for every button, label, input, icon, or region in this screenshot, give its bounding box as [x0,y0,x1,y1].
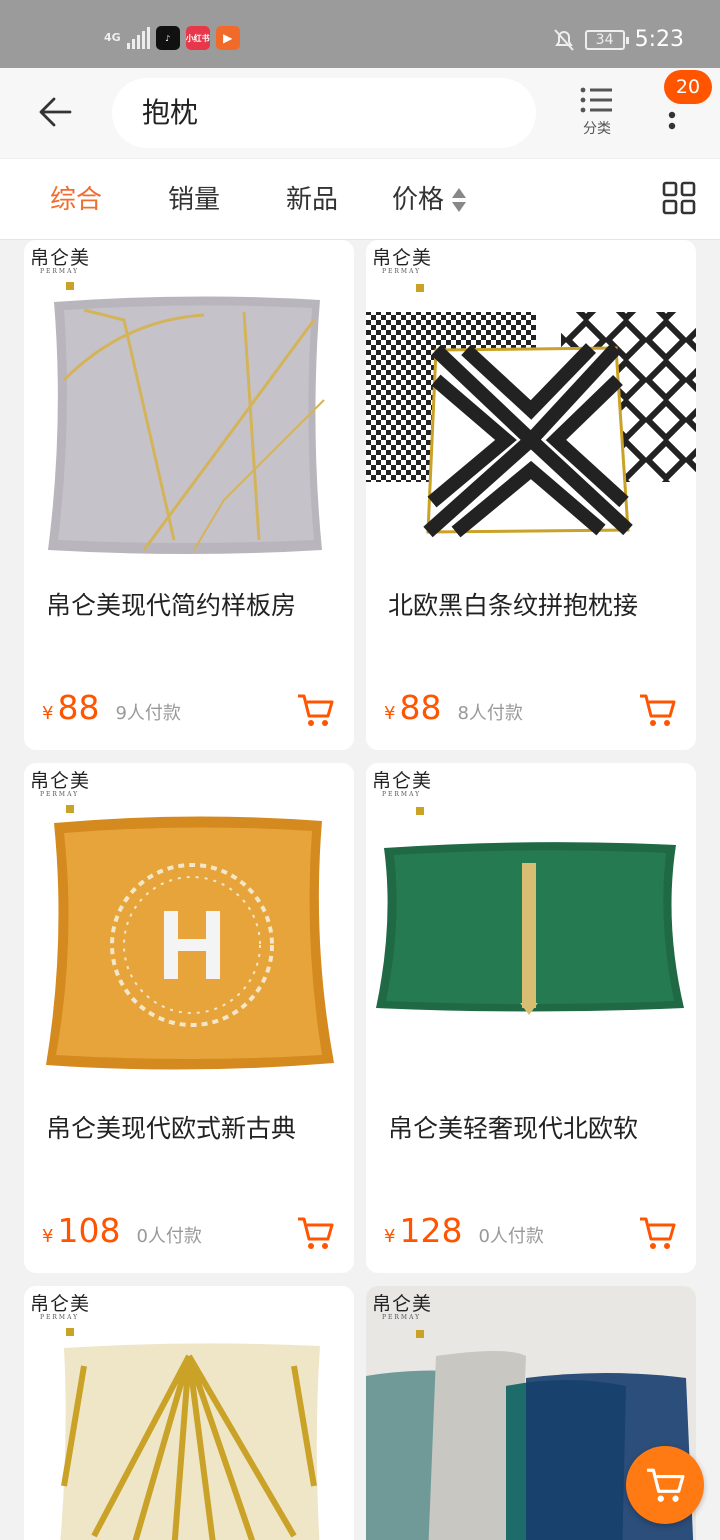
category-button[interactable]: 分类 [574,86,620,138]
product-card[interactable]: 帛仑美 PERMAY 帛仑美现代欧式新古典 ¥108 0人付款 [24,763,354,1273]
product-title: 帛仑美现代简约样板房 [46,591,297,620]
brand-logo: 帛仑美 PERMAY [30,248,94,290]
brand-logo: 帛仑美 PERMAY [30,1294,94,1336]
brand-logo: 帛仑美 PERMAY [30,771,94,813]
sort-tabs: 综合 销量 新品 价格 [0,158,720,240]
tab-price-label: 价格 [392,185,445,215]
tab-sales[interactable]: 销量 [168,159,220,241]
search-input[interactable]: 抱枕 [112,78,536,148]
product-title: 帛仑美现代欧式新古典 [46,1114,297,1143]
bell-off-icon [553,28,574,51]
product-card[interactable]: 帛仑美 PERMAY 帛仑美现代简约样板房 ¥88 9人付款 [24,240,354,750]
add-to-cart-icon[interactable] [638,692,676,728]
signal-icon [126,27,150,49]
add-to-cart-icon[interactable] [296,692,334,728]
category-label: 分类 [583,121,611,137]
product-title: 北欧黑白条纹拼抱枕接 [388,591,639,620]
sort-arrows-icon [452,187,467,214]
floating-cart-button[interactable] [626,1446,704,1524]
tab-overall[interactable]: 综合 [50,159,102,241]
brand-logo: 帛仑美 PERMAY [372,771,436,815]
brand-logo: 帛仑美 PERMAY [372,1294,436,1338]
video-icon: ▶ [215,26,240,50]
product-price: ¥88 9人付款 [42,688,181,727]
tab-new[interactable]: 新品 [286,159,338,241]
clock: 5:23 [634,27,684,52]
add-to-cart-icon[interactable] [638,1215,676,1251]
product-card[interactable]: 帛仑美 PERMAY [24,1286,354,1540]
product-card[interactable]: 帛仑美 PERMAY 北欧黑白条纹拼抱枕接 ¥88 8人付款 [366,240,696,750]
message-badge[interactable]: 20 [664,70,712,104]
tab-price[interactable]: 价格 [392,159,467,241]
status-left: 4G ♪ 小红书 ▶ [104,26,240,50]
list-icon [580,87,612,113]
battery-icon: 34 [584,29,629,50]
cart-icon [647,1468,685,1502]
top-bar: 抱枕 分类 20 [0,68,720,158]
tiktok-icon: ♪ [155,26,180,50]
add-to-cart-icon[interactable] [296,1215,334,1251]
product-price: ¥88 8人付款 [384,688,523,727]
product-price: ¥128 0人付款 [384,1211,544,1250]
product-card[interactable]: 帛仑美 PERMAY 帛仑美轻奢现代北欧软 ¥128 0人付款 [366,763,696,1273]
grid-view-icon[interactable] [662,181,696,215]
xiaohongshu-icon: 小红书 [185,26,210,50]
product-title: 帛仑美轻奢现代北欧软 [388,1114,639,1143]
status-right: 34 5:23 [553,27,684,52]
back-arrow-icon[interactable] [36,92,76,132]
status-bar: 4G ♪ 小红书 ▶ 34 5:23 [0,0,720,68]
product-grid: 帛仑美 PERMAY 帛仑美现代简约样板房 ¥88 9人付款 帛仑美 PERMAY [0,240,720,1540]
network-label: 4G [104,31,121,44]
product-price: ¥108 0人付款 [42,1211,202,1250]
brand-logo: 帛仑美 PERMAY [372,248,436,292]
